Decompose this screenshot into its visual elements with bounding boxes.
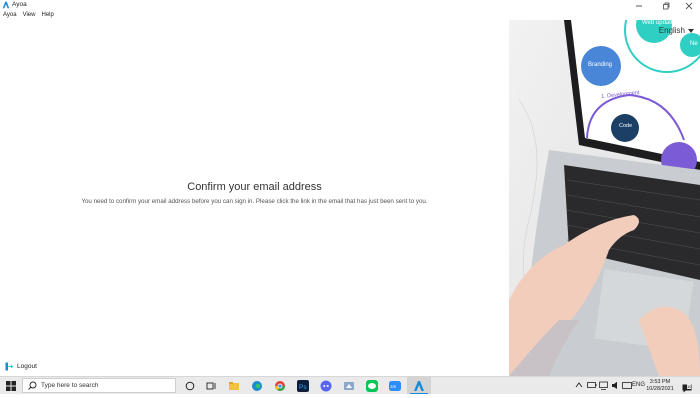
task-view-icon[interactable] [206,380,218,392]
restore-icon [663,2,670,9]
maximize-button[interactable] [655,0,677,11]
menu-item-ayoa[interactable]: Ayoa [0,11,20,20]
bubble-branding: Branding [588,62,613,68]
bubble-code: Code [619,123,633,129]
close-icon [685,2,693,9]
menu-bar: Ayoa View Help [0,11,57,20]
edge-icon[interactable] [251,380,263,392]
minimize-icon [636,5,642,6]
app-icon[interactable] [343,380,355,392]
logout-label: Logout [17,363,37,370]
file-explorer-icon[interactable] [228,380,240,392]
title-bar: Ayoa [0,0,700,11]
line-icon[interactable] [366,380,378,392]
cortana-icon[interactable] [184,380,196,392]
taskbar-clock[interactable]: 3:53 PM 10/28/2021 [642,379,678,393]
ayoa-taskbar-button-active[interactable] [407,377,431,394]
search-icon [28,381,37,390]
minimize-button[interactable] [628,0,650,11]
ayoa-logo-icon [2,1,10,9]
svg-text:Ps: Ps [299,384,307,391]
clock-date: 10/28/2021 [646,386,674,392]
keyboard-icon[interactable] [622,381,632,390]
main-panel: Confirm your email address You need to c… [0,20,509,376]
close-button[interactable] [678,0,700,11]
battery-icon[interactable] [587,381,597,390]
laptop-illustration: Web updates Branding 1. Development Code… [509,20,700,376]
laptop-photo [509,20,700,376]
photoshop-icon[interactable]: Ps [297,380,309,392]
chevron-down-icon [688,28,694,33]
windows-logo-icon [6,381,16,391]
volume-icon[interactable] [611,381,621,390]
taskbar-search-box[interactable]: Type here to search [22,378,176,393]
language-selector[interactable]: English [659,26,694,35]
svg-text:zm: zm [390,384,396,389]
chevron-up-icon[interactable] [575,381,583,389]
discord-icon[interactable] [320,380,332,392]
language-label: English [658,26,685,35]
notification-center-button[interactable]: 10 [682,380,694,393]
window-title: Ayoa [12,1,27,8]
search-placeholder: Type here to search [41,382,99,389]
start-button[interactable] [4,379,18,393]
logout-button[interactable]: Logout [5,362,37,371]
notification-count: 10 [687,384,692,389]
ayoa-icon [414,381,424,391]
bubble-ne: Ne [690,41,698,47]
network-icon[interactable] [599,381,609,390]
zoom-icon[interactable]: zm [389,380,401,392]
logout-icon [5,362,13,371]
menu-item-help[interactable]: Help [38,11,56,20]
menu-item-view[interactable]: View [20,11,39,20]
chrome-icon[interactable] [274,380,286,392]
confirm-email-message: You need to confirm your email address b… [81,198,428,205]
confirm-email-heading: Confirm your email address [187,181,322,193]
taskbar: Type here to search Ps zm ENG 3:53 PM 10… [0,376,700,394]
clock-time: 3:53 PM [649,379,671,385]
